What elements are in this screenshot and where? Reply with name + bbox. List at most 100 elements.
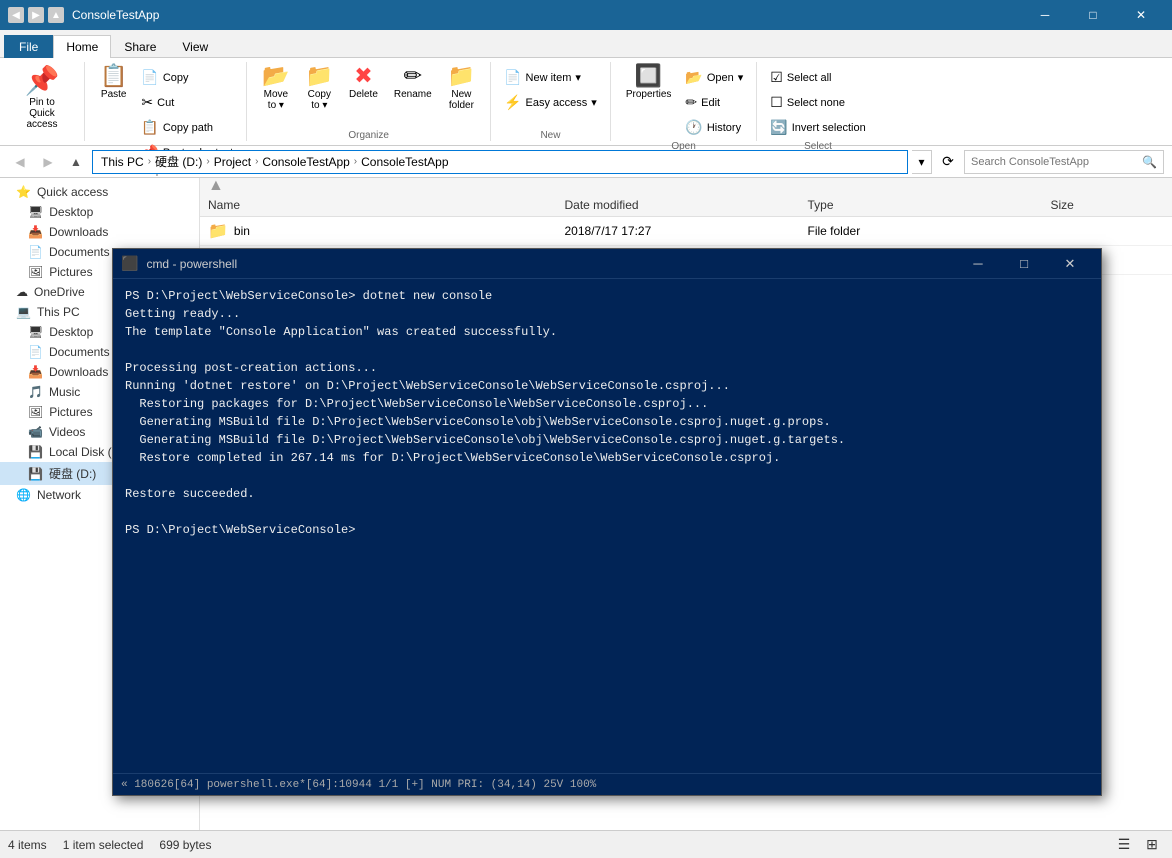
address-dropdown[interactable]: ▾ xyxy=(912,150,932,174)
back-icon: ◀ xyxy=(8,7,24,23)
new-item-button[interactable]: 📄 New item ▾ xyxy=(499,66,602,89)
new-folder-button[interactable]: 📁 Newfolder xyxy=(441,62,482,114)
edit-label: Edit xyxy=(701,97,720,109)
docs2-icon: 📄 xyxy=(28,345,43,359)
tab-home[interactable]: Home xyxy=(53,35,111,58)
path-part-project[interactable]: Project xyxy=(214,155,251,169)
sidebar-item-quickaccess[interactable]: ⭐ Quick access xyxy=(0,182,199,202)
search-box: 🔍 xyxy=(964,150,1164,174)
pics2-icon: 🖼 xyxy=(28,405,43,419)
paste-button[interactable]: 📋 Paste xyxy=(93,62,134,103)
up-button[interactable]: ▲ xyxy=(64,150,88,174)
path-part-current[interactable]: ConsoleTestApp xyxy=(361,155,448,169)
search-icon: 🔍 xyxy=(1142,155,1157,169)
rename-icon: ✏ xyxy=(404,65,422,87)
cloud-icon: ☁ xyxy=(16,285,28,299)
music-icon: 🎵 xyxy=(28,385,43,399)
pictures-icon: 🖼 xyxy=(28,265,43,279)
table-row[interactable]: 📁 bin 2018/7/17 17:27 File folder xyxy=(200,217,1172,246)
path-part-app[interactable]: ConsoleTestApp xyxy=(262,155,349,169)
open-button[interactable]: 📂 Open ▾ xyxy=(680,66,748,89)
ps-prompt-line: PS D:\Project\WebServiceConsole> xyxy=(125,521,1089,539)
file-size: 699 bytes xyxy=(159,838,211,852)
copy-to-icon: 📁 xyxy=(306,65,333,87)
ps-close-button[interactable]: ✕ xyxy=(1047,249,1093,279)
details-view-button[interactable]: ☰ xyxy=(1112,833,1136,857)
sidebar-item-downloads[interactable]: 📥 Downloads xyxy=(0,222,199,242)
pc-icon: 💻 xyxy=(16,305,31,319)
invert-icon: 🔄 xyxy=(770,119,787,136)
sidebar-item-desktop[interactable]: 🖥 Desktop xyxy=(0,202,199,222)
ps-line-5: Processing post-creation actions... xyxy=(125,359,1089,377)
maximize-button[interactable]: □ xyxy=(1070,0,1116,30)
tab-share[interactable]: Share xyxy=(111,35,169,58)
forward-button[interactable]: ▶ xyxy=(36,150,60,174)
pin-label: Pin to Quick access xyxy=(17,97,67,130)
address-bar: ◀ ▶ ▲ This PC › 硬盘 (D:) › Project › Cons… xyxy=(0,146,1172,178)
ps-minimize-button[interactable]: ─ xyxy=(955,249,1001,279)
select-none-label: Select none xyxy=(787,97,845,109)
large-icons-view-button[interactable]: ⊞ xyxy=(1140,833,1164,857)
open-label: Open xyxy=(707,72,734,84)
minimize-button[interactable]: ─ xyxy=(1022,0,1068,30)
sort-header: ▲ xyxy=(200,178,1172,194)
copy-path-button[interactable]: 📋 Copy path xyxy=(136,116,238,139)
ps-line-8: Generating MSBuild file D:\Project\WebSe… xyxy=(125,413,1089,431)
delete-button[interactable]: ✖ Delete xyxy=(342,62,385,103)
dl2-icon: 📥 xyxy=(28,365,43,379)
star-icon: ⭐ xyxy=(16,185,31,199)
col-name[interactable]: Name xyxy=(200,194,557,216)
move-to-button[interactable]: 📂 Moveto ▾ xyxy=(255,62,296,114)
sort-icon: ▲ xyxy=(208,178,224,195)
search-input[interactable] xyxy=(971,156,1138,168)
select-none-button[interactable]: ☐ Select none xyxy=(765,91,870,114)
title-bar-controls: ─ □ ✕ xyxy=(1022,0,1164,30)
tab-file[interactable]: File xyxy=(4,35,53,58)
powershell-window[interactable]: ⬛ cmd - powershell ─ □ ✕ PS D:\Project\W… xyxy=(112,248,1102,796)
ribbon: 📌 Pin to Quick access 📋 Paste 📄 Copy ✂ C… xyxy=(0,58,1172,146)
edit-button[interactable]: ✏ Edit xyxy=(680,91,748,114)
paste-label: Paste xyxy=(101,89,127,100)
copy-path-icon: 📋 xyxy=(141,119,158,136)
ps-maximize-button[interactable]: □ xyxy=(1001,249,1047,279)
easy-access-button[interactable]: ⚡ Easy access ▾ xyxy=(499,91,602,114)
copy-button[interactable]: 📄 Copy xyxy=(136,66,238,89)
ribbon-group-organize: 📂 Moveto ▾ 📁 Copyto ▾ ✖ Delete ✏ Rename … xyxy=(247,62,491,141)
back-button[interactable]: ◀ xyxy=(8,150,32,174)
desktop-icon: 🖥 xyxy=(28,205,43,219)
invert-selection-button[interactable]: 🔄 Invert selection xyxy=(765,116,870,139)
ps-line-7: Restoring packages for D:\Project\WebSer… xyxy=(125,395,1089,413)
cut-button[interactable]: ✂ Cut xyxy=(136,91,238,114)
ps-line-1: PS D:\Project\WebServiceConsole> dotnet … xyxy=(125,287,1089,305)
ps-title-bar: ⬛ cmd - powershell ─ □ ✕ xyxy=(113,249,1101,279)
col-type[interactable]: Type xyxy=(800,194,1043,216)
close-button[interactable]: ✕ xyxy=(1118,0,1164,30)
title-bar-icons: ◀ ▶ ▲ xyxy=(8,7,64,23)
ribbon-group-open: 🔲 Properties 📂 Open ▾ ✏ Edit 🕐 History xyxy=(611,62,757,141)
history-label: History xyxy=(707,122,741,134)
cut-icon: ✂ xyxy=(141,94,153,111)
selected-info: 1 item selected xyxy=(63,838,144,852)
copy-to-button[interactable]: 📁 Copyto ▾ xyxy=(299,62,340,114)
properties-icon: 🔲 xyxy=(635,65,662,87)
paste-icon: 📋 xyxy=(100,65,127,87)
copy-icon: 📄 xyxy=(141,69,158,86)
tab-view[interactable]: View xyxy=(169,35,221,58)
ps-line-6: Running 'dotnet restore' on D:\Project\W… xyxy=(125,377,1089,395)
rename-button[interactable]: ✏ Rename xyxy=(387,62,439,103)
address-path[interactable]: This PC › 硬盘 (D:) › Project › ConsoleTes… xyxy=(92,150,908,174)
pin-to-quick-access-button[interactable]: 📌 Pin to Quick access xyxy=(8,62,76,135)
ps-content[interactable]: PS D:\Project\WebServiceConsole> dotnet … xyxy=(113,279,1101,773)
properties-button[interactable]: 🔲 Properties xyxy=(619,62,679,103)
path-part-thispc[interactable]: This PC xyxy=(101,155,144,169)
file-list-header: Name Date modified Type Size xyxy=(200,194,1172,217)
col-size[interactable]: Size xyxy=(1043,194,1172,216)
col-date[interactable]: Date modified xyxy=(557,194,800,216)
select-all-button[interactable]: ☑ Select all xyxy=(765,66,870,89)
path-part-drive[interactable]: 硬盘 (D:) xyxy=(155,153,202,170)
properties-label: Properties xyxy=(626,89,672,100)
open-icon: 📂 xyxy=(685,69,702,86)
refresh-button[interactable]: ⟳ xyxy=(936,150,960,174)
history-button[interactable]: 🕐 History xyxy=(680,116,748,139)
ps-line-10: Restore completed in 267.14 ms for D:\Pr… xyxy=(125,449,1089,467)
